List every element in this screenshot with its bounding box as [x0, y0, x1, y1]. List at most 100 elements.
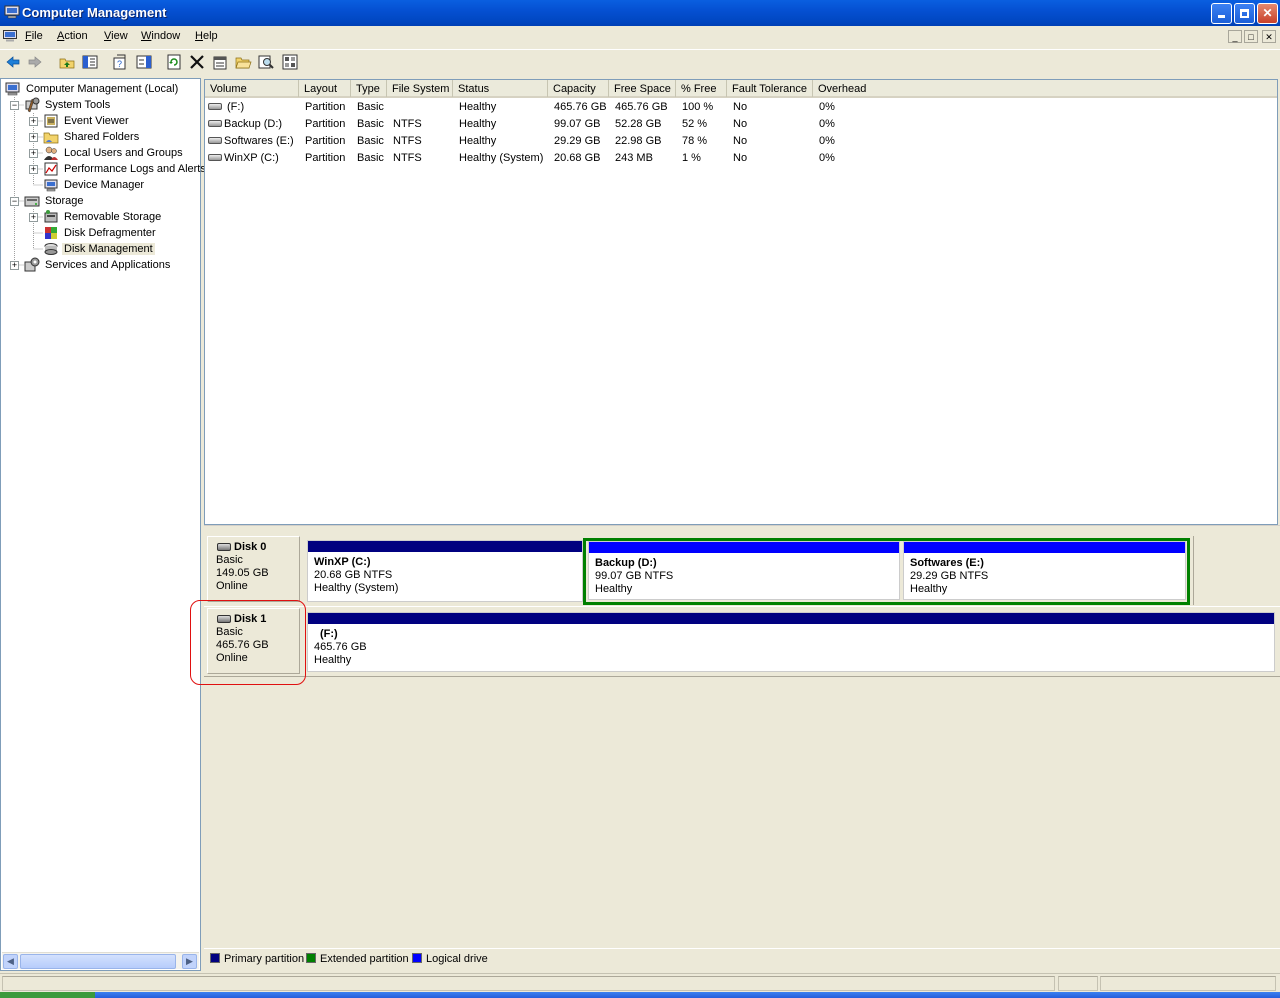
- disk-row-divider: [204, 676, 1280, 677]
- forward-arrow-icon[interactable]: [26, 53, 44, 71]
- scroll-right-icon[interactable]: ▶: [182, 954, 197, 969]
- expand-icon[interactable]: +: [10, 261, 19, 270]
- menu-help[interactable]: Help: [195, 30, 218, 42]
- child-minimize-button[interactable]: _: [1228, 30, 1242, 43]
- close-button[interactable]: ✕: [1257, 3, 1278, 24]
- partition-detail: 99.07 GB NTFS: [595, 570, 674, 582]
- partition-name: WinXP (C:): [314, 556, 371, 568]
- search-icon[interactable]: [257, 53, 275, 71]
- column-header-layout[interactable]: Layout: [299, 80, 351, 97]
- column-header-percent-free[interactable]: % Free: [676, 80, 727, 97]
- properties-sheet-icon[interactable]: [211, 53, 229, 71]
- legend-primary-partition: Primary partition: [210, 953, 304, 965]
- disk-graphical-view: Disk 0 Basic 149.05 GB Online WinXP (C:)…: [204, 530, 1280, 948]
- menu-view[interactable]: View: [104, 30, 128, 42]
- column-header-file-system[interactable]: File System: [387, 80, 453, 97]
- tree-node-system-tools[interactable]: − System Tools: [1, 97, 197, 113]
- storage-icon: [24, 196, 40, 207]
- status-bar: [0, 973, 1280, 992]
- console-tree: Computer Management (Local) − System Too…: [0, 78, 206, 971]
- delete-icon[interactable]: [188, 53, 206, 71]
- column-header-volume[interactable]: Volume: [205, 80, 299, 97]
- column-header-free-space[interactable]: Free Space: [609, 80, 676, 97]
- status-panel: [1100, 976, 1276, 991]
- column-header-type[interactable]: Type: [351, 80, 387, 97]
- selected-node-label: Disk Management: [62, 243, 155, 255]
- table-row[interactable]: WinXP (C:) Partition Basic NTFS Healthy …: [205, 150, 1277, 167]
- show-hide-action-pane-icon[interactable]: [135, 53, 153, 71]
- partition-status: Healthy: [314, 654, 352, 666]
- table-row[interactable]: Backup (D:) Partition Basic NTFS Healthy…: [205, 116, 1277, 133]
- minimize-button[interactable]: [1211, 3, 1232, 24]
- tree-node-removable-storage[interactable]: + Removable Storage: [1, 209, 197, 225]
- partition-e[interactable]: Softwares (E:) 29.29 GB NTFS Healthy: [903, 541, 1186, 600]
- tree-node-shared-folders[interactable]: + Shared Folders: [1, 129, 197, 145]
- toolbar: ?: [0, 49, 1280, 75]
- tree-node-device-manager[interactable]: Device Manager: [1, 177, 197, 193]
- menu-file[interactable]: File: [25, 30, 43, 42]
- column-header-capacity[interactable]: Capacity: [548, 80, 609, 97]
- taskbar: [0, 992, 1280, 998]
- menu-window[interactable]: Window: [141, 30, 180, 42]
- up-folder-icon[interactable]: [58, 53, 76, 71]
- table-row[interactable]: Softwares (E:) Partition Basic NTFS Heal…: [205, 133, 1277, 150]
- tree-node-local-users-groups[interactable]: + Local Users and Groups: [1, 145, 197, 161]
- open-folder-icon[interactable]: [234, 53, 252, 71]
- tree-node-disk-management[interactable]: Disk Management: [1, 241, 197, 257]
- column-header-overhead[interactable]: Overhead: [813, 80, 1277, 97]
- services-applications-icon: [24, 257, 40, 272]
- users-icon: [44, 146, 58, 160]
- back-arrow-icon[interactable]: [4, 53, 22, 71]
- partition-status: Healthy: [595, 583, 633, 595]
- expand-icon[interactable]: +: [29, 165, 38, 174]
- child-restore-button[interactable]: □: [1244, 30, 1258, 43]
- menu-bar: File Action View Window Help _ □ ✕: [0, 27, 1280, 47]
- expand-icon[interactable]: +: [29, 213, 38, 222]
- settings-icon[interactable]: [281, 53, 299, 71]
- partition-name: Softwares (E:): [910, 557, 984, 569]
- partition-f[interactable]: (F:) 465.76 GB Healthy: [307, 612, 1275, 672]
- disk-type: Basic: [216, 554, 243, 566]
- restore-icon: [1240, 9, 1249, 18]
- primary-partition-bar: [308, 613, 1274, 624]
- tree-node-disk-defragmenter[interactable]: Disk Defragmenter: [1, 225, 197, 241]
- expand-icon[interactable]: +: [29, 149, 38, 158]
- tree-node-storage[interactable]: − Storage: [1, 193, 197, 209]
- legend-extended-partition: Extended partition: [306, 953, 409, 965]
- scroll-left-icon[interactable]: ◀: [3, 954, 18, 969]
- tree-node-services-applications[interactable]: + Services and Applications: [1, 257, 197, 273]
- tree-node-event-viewer[interactable]: + Event Viewer: [1, 113, 197, 129]
- logical-drive-bar: [589, 542, 899, 553]
- disk-0-info[interactable]: Disk 0 Basic 149.05 GB Online: [207, 536, 300, 602]
- collapse-icon[interactable]: −: [10, 197, 19, 206]
- tree-horizontal-scrollbar[interactable]: ◀ ▶: [2, 952, 199, 969]
- refresh-icon[interactable]: [165, 53, 183, 71]
- logical-drive-bar: [904, 542, 1185, 553]
- table-row[interactable]: (F:) Partition Basic Healthy 465.76 GB 4…: [205, 99, 1277, 116]
- properties-icon[interactable]: ?: [111, 53, 129, 71]
- tree-node-performance-logs[interactable]: + Performance Logs and Alerts: [1, 161, 206, 177]
- volume-icon: [208, 154, 222, 161]
- menu-action[interactable]: Action: [57, 30, 88, 42]
- extended-swatch: [306, 953, 316, 963]
- partition-status: Healthy: [910, 583, 948, 595]
- partition-c[interactable]: WinXP (C:) 20.68 GB NTFS Healthy (System…: [307, 540, 583, 602]
- disk-size: 149.05 GB: [216, 567, 269, 579]
- column-header-status[interactable]: Status: [453, 80, 548, 97]
- scroll-thumb[interactable]: [20, 954, 176, 969]
- start-button[interactable]: [0, 992, 95, 998]
- system-menu-icon[interactable]: [3, 30, 17, 42]
- expand-icon[interactable]: +: [29, 133, 38, 142]
- partition-d[interactable]: Backup (D:) 99.07 GB NTFS Healthy: [588, 541, 900, 600]
- partition-name: Backup (D:): [595, 557, 657, 569]
- svg-text:?: ?: [117, 59, 122, 69]
- column-header-fault-tolerance[interactable]: Fault Tolerance: [727, 80, 813, 97]
- collapse-icon[interactable]: −: [10, 101, 19, 110]
- show-hide-tree-icon[interactable]: [81, 53, 99, 71]
- maximize-button[interactable]: [1234, 3, 1255, 24]
- tree-node-computer-management[interactable]: Computer Management (Local): [5, 81, 201, 97]
- child-close-button[interactable]: ✕: [1262, 30, 1276, 43]
- expand-icon[interactable]: +: [29, 117, 38, 126]
- partition-detail: 29.29 GB NTFS: [910, 570, 989, 582]
- removable-storage-icon: [44, 210, 58, 223]
